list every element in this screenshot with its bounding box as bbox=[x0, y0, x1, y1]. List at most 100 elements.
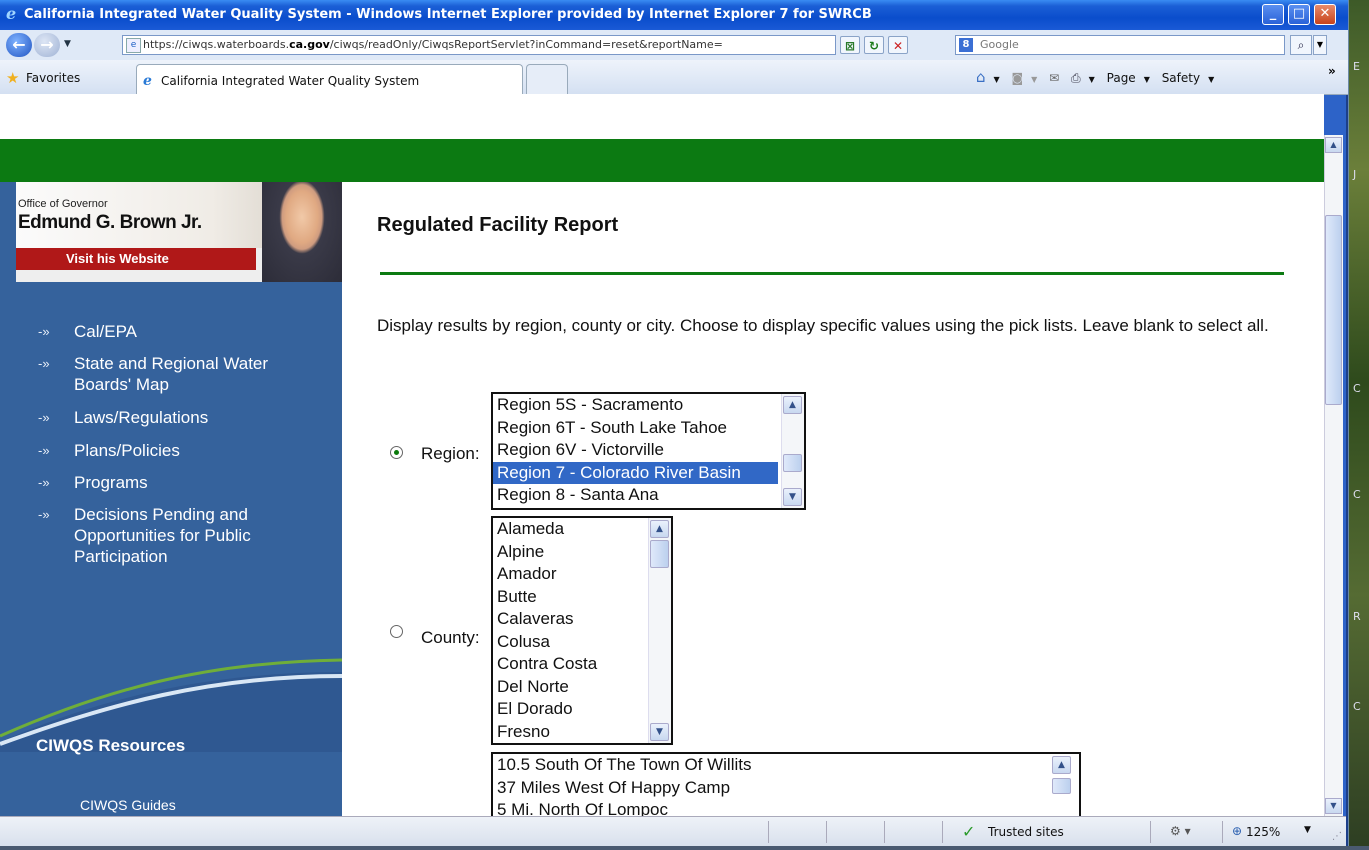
status-divider bbox=[768, 821, 769, 843]
list-item[interactable]: Alameda bbox=[493, 518, 671, 541]
sidebar-item-label: Cal/EPA bbox=[74, 322, 137, 341]
region-listbox[interactable]: Region 5S - Sacramento Region 6T - South… bbox=[491, 392, 806, 510]
favorites-star-icon: ★ bbox=[6, 69, 20, 87]
status-divider bbox=[884, 821, 885, 843]
list-item[interactable]: Region 5S - Sacramento bbox=[493, 394, 804, 417]
search-icon[interactable]: ⌕ bbox=[1290, 35, 1312, 55]
window-title: California Integrated Water Quality Syst… bbox=[24, 7, 872, 22]
list-item[interactable]: Butte bbox=[493, 586, 671, 609]
close-button[interactable]: ✕ bbox=[1314, 4, 1336, 25]
sidebar-item-plans-policies[interactable]: -» Plans/Policies bbox=[38, 440, 314, 461]
city-list-scrollbar[interactable]: ▲ bbox=[1051, 754, 1073, 816]
sidebar-item-label: Plans/Policies bbox=[74, 441, 180, 460]
list-item[interactable]: 10.5 South Of The Town Of Willits bbox=[493, 754, 1079, 777]
list-item[interactable]: 37 Miles West Of Happy Camp bbox=[493, 777, 1079, 800]
list-item[interactable]: Alpine bbox=[493, 541, 671, 564]
double-arrow-icon: -» bbox=[38, 443, 50, 458]
list-item[interactable]: Region 6V - Victorville bbox=[493, 439, 804, 462]
status-divider bbox=[1150, 821, 1151, 843]
sidebar-item-water-boards-map[interactable]: -» State and Regional Water Boards' Map bbox=[38, 353, 314, 395]
stop-icon[interactable]: ✕ bbox=[888, 36, 908, 54]
protected-mode-icon[interactable]: ⚙ ▾ bbox=[1170, 824, 1191, 838]
zoom-level[interactable]: 125% bbox=[1246, 825, 1280, 839]
governor-banner[interactable]: Office of Governor Edmund G. Brown Jr. V… bbox=[16, 182, 342, 282]
maximize-button[interactable]: □ bbox=[1288, 4, 1310, 25]
zoom-dropdown-icon[interactable]: ▼ bbox=[1304, 825, 1311, 835]
list-item-selected[interactable]: Region 7 - Colorado River Basin bbox=[493, 461, 778, 484]
page-scrollbar[interactable]: ▲ ▼ bbox=[1324, 135, 1343, 816]
scrollbar-thumb[interactable] bbox=[650, 540, 669, 568]
list-item[interactable]: Calaveras bbox=[493, 608, 671, 631]
scrollbar-thumb[interactable] bbox=[783, 454, 802, 472]
print-icon[interactable]: ⎙ bbox=[1071, 71, 1081, 85]
mail-icon[interactable]: ✉ bbox=[1049, 71, 1059, 85]
taskbar-edge bbox=[0, 846, 1369, 850]
recent-pages-dropdown[interactable]: ▼ bbox=[64, 39, 71, 49]
list-item[interactable]: El Dorado bbox=[493, 698, 671, 721]
page-viewport: Office of Governor Edmund G. Brown Jr. V… bbox=[0, 94, 1324, 816]
scroll-down-icon[interactable]: ▼ bbox=[1325, 798, 1342, 814]
sidebar: Office of Governor Edmund G. Brown Jr. V… bbox=[0, 182, 342, 816]
scroll-up-icon[interactable]: ▲ bbox=[650, 520, 669, 538]
region-list-scrollbar[interactable]: ▲ ▼ bbox=[781, 394, 804, 508]
scroll-down-icon[interactable]: ▼ bbox=[783, 488, 802, 506]
feeds-dropdown-icon[interactable]: ▼ bbox=[1031, 75, 1037, 84]
list-item[interactable]: Contra Costa bbox=[493, 653, 671, 676]
address-input[interactable]: e https://ciwqs.waterboards.ca.gov/ciwqs… bbox=[122, 35, 836, 55]
scroll-down-icon[interactable]: ▼ bbox=[650, 723, 669, 741]
scroll-up-icon[interactable]: ▲ bbox=[1052, 756, 1071, 774]
sidebar-item-programs[interactable]: -» Programs bbox=[38, 472, 314, 493]
sidebar-item-calepa[interactable]: -» Cal/EPA bbox=[38, 321, 314, 342]
list-item[interactable]: Region 6T - South Lake Tahoe bbox=[493, 417, 804, 440]
refresh-icon[interactable]: ↻ bbox=[864, 36, 884, 54]
compatibility-view-icon[interactable]: ⊠ bbox=[840, 36, 860, 54]
instructions-text: Display results by region, county or cit… bbox=[377, 316, 1269, 335]
favorites-button[interactable]: Favorites bbox=[26, 71, 80, 85]
sidebar-item-laws-regulations[interactable]: -» Laws/Regulations bbox=[38, 407, 314, 428]
list-item[interactable]: Colusa bbox=[493, 631, 671, 654]
city-listbox[interactable]: 10.5 South Of The Town Of Willits 37 Mil… bbox=[491, 752, 1081, 816]
command-bar: ⌂ ▼ ◙ ▼ ✉ ⎙ ▼ Page ▼ Safety ▼ bbox=[976, 68, 1222, 86]
minimize-button[interactable]: _ bbox=[1262, 4, 1284, 25]
visit-website-link[interactable]: Visit his Website bbox=[16, 248, 256, 270]
sidebar-item-decisions-pending[interactable]: -» Decisions Pending and Opportunities f… bbox=[38, 504, 314, 567]
search-input[interactable]: 8 Google bbox=[955, 35, 1285, 55]
tab-label: California Integrated Water Quality Syst… bbox=[161, 74, 420, 88]
list-item[interactable]: Fresno bbox=[493, 721, 671, 744]
scrollbar-thumb[interactable] bbox=[1052, 778, 1071, 794]
header-green-bar bbox=[0, 139, 1324, 182]
page-scrollbar-thumb[interactable] bbox=[1325, 215, 1342, 405]
scroll-up-icon[interactable]: ▲ bbox=[783, 396, 802, 414]
list-item[interactable]: Amador bbox=[493, 563, 671, 586]
visit-website-label: Visit his Website bbox=[66, 251, 169, 266]
header-spacer bbox=[0, 94, 1324, 139]
zoom-icon[interactable]: ⊕ bbox=[1232, 824, 1242, 838]
print-dropdown-icon[interactable]: ▼ bbox=[1089, 75, 1095, 84]
list-item[interactable]: 5 Mi. North Of Lompoc bbox=[493, 799, 1079, 816]
region-radio[interactable] bbox=[390, 446, 403, 459]
page-menu[interactable]: Page bbox=[1107, 71, 1136, 85]
security-zone-label[interactable]: Trusted sites bbox=[988, 825, 1064, 839]
safety-menu[interactable]: Safety bbox=[1162, 71, 1200, 85]
tab-current[interactable]: e California Integrated Water Quality Sy… bbox=[136, 64, 523, 94]
forward-button[interactable]: → bbox=[34, 33, 60, 57]
county-radio[interactable] bbox=[390, 625, 403, 638]
page-icon: e bbox=[126, 38, 141, 53]
double-arrow-icon: -» bbox=[38, 475, 50, 490]
resize-grip-icon[interactable]: ⋰ bbox=[1332, 831, 1342, 842]
browser-window: e California Integrated Water Quality Sy… bbox=[0, 0, 1348, 850]
new-tab-button[interactable] bbox=[526, 64, 568, 94]
home-dropdown-icon[interactable]: ▼ bbox=[994, 75, 1000, 84]
resources-first-item[interactable]: CIWQS Guides bbox=[80, 797, 176, 813]
county-listbox[interactable]: Alameda Alpine Amador Butte Calaveras Co… bbox=[491, 516, 673, 745]
list-item[interactable]: Region 8 - Santa Ana bbox=[493, 484, 804, 507]
scroll-up-icon[interactable]: ▲ bbox=[1325, 137, 1342, 153]
rss-feed-icon[interactable]: ◙ bbox=[1012, 71, 1024, 85]
home-icon[interactable]: ⌂ bbox=[976, 68, 986, 86]
list-item[interactable]: Del Norte bbox=[493, 676, 671, 699]
page-title: Regulated Facility Report bbox=[377, 214, 619, 236]
county-list-scrollbar[interactable]: ▲ ▼ bbox=[648, 518, 671, 743]
search-options-dropdown[interactable]: ▼ bbox=[1313, 35, 1327, 55]
back-button[interactable]: ← bbox=[6, 33, 32, 57]
toolbar-overflow-chevron-icon[interactable]: » bbox=[1328, 64, 1336, 78]
